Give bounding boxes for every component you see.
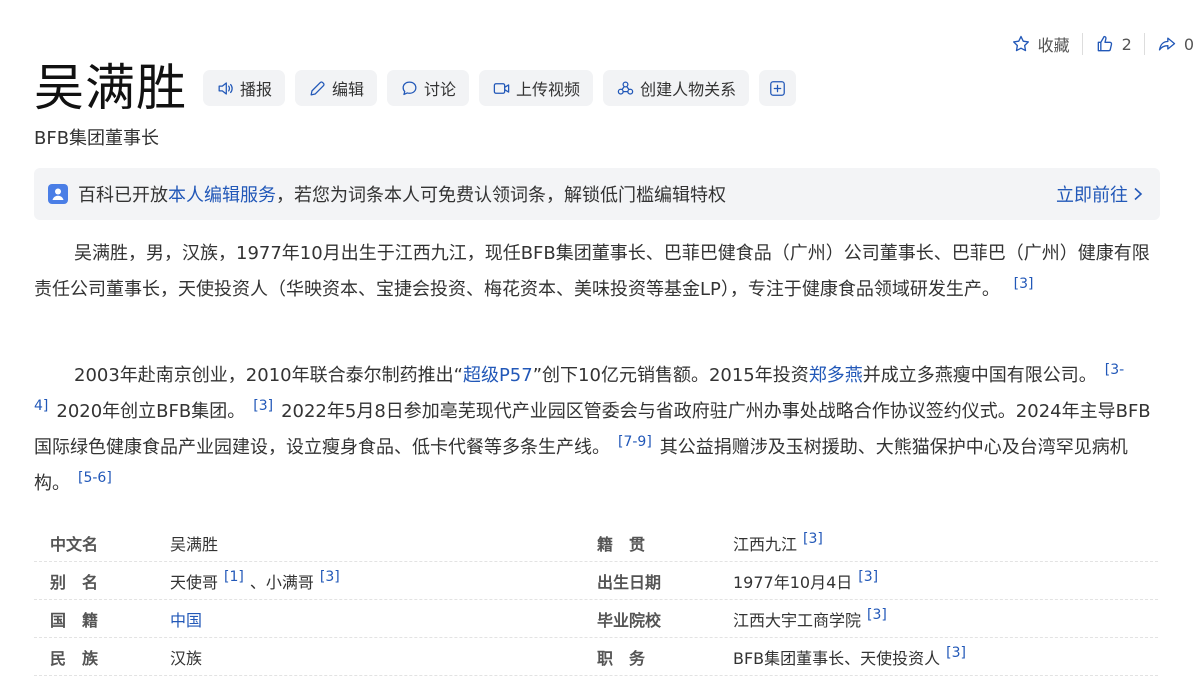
notice-text: 百科已开放本人编辑服务，若您为词条本人可免费认领词条，解锁低门槛编辑特权 xyxy=(78,181,726,207)
reference-link[interactable]: [3] xyxy=(852,569,884,585)
broadcast-label: 播报 xyxy=(240,80,273,99)
reference-link[interactable]: [7-9] xyxy=(610,434,660,450)
thumbs-up-icon xyxy=(1097,35,1112,52)
info-value: 江西大宇工商学院 xyxy=(733,610,862,630)
info-value-cell: 江西九江 [3] xyxy=(733,531,1158,555)
career-text: 2020年创立BFB集团。 xyxy=(56,401,246,422)
reference-link[interactable]: [1] xyxy=(218,569,250,585)
page-subtitle: BFB集团董事长 xyxy=(34,128,160,149)
nationality-link[interactable]: 中国 xyxy=(170,611,202,630)
info-value-cell: 中国 xyxy=(170,607,597,631)
upload-video-button[interactable]: 上传视频 xyxy=(479,70,594,106)
super-p57-link[interactable]: 超级P57 xyxy=(463,365,533,386)
video-camera-icon xyxy=(493,82,510,94)
chevron-right-icon xyxy=(1134,187,1143,201)
info-label: 中文名 xyxy=(50,534,99,554)
edit-label: 编辑 xyxy=(332,80,365,99)
reference-link[interactable]: [3] xyxy=(245,398,281,414)
info-value-cell: BFB集团董事长、天使投资人 [3] xyxy=(733,645,1158,669)
broadcast-button[interactable]: 播报 xyxy=(203,70,286,106)
title-row: 吴满胜 播报 编辑 讨论 上传视频 创建人物关系 xyxy=(34,58,806,118)
info-value: 1977年10月4日 xyxy=(733,572,853,592)
favorite-button[interactable]: 收藏 xyxy=(999,32,1082,56)
notice-text-before: 百科已开放 xyxy=(78,185,168,206)
reference-link[interactable]: [5-6] xyxy=(70,470,120,486)
career-paragraph: 2003年赴南京创业，2010年联合泰尔制药推出“超级P57”创下10亿元销售额… xyxy=(34,358,1160,502)
basic-info-table: 中文名 吴满胜 籍 贯 江西九江 [3] 别 名 天使哥 [1] 、小满哥 [3] 出生… xyxy=(34,524,1158,676)
career-text: 2003年赴南京创业，2010年联合泰尔制药推出“ xyxy=(74,365,463,386)
share-icon xyxy=(1158,37,1175,51)
info-value: BFB集团董事长、天使投资人 xyxy=(733,648,941,668)
info-label: 民 族 xyxy=(50,648,99,668)
reference-link[interactable]: [3] xyxy=(314,569,346,585)
info-value: 江西九江 xyxy=(733,534,798,554)
top-actions: 收藏 2 0 xyxy=(999,32,1194,56)
info-label: 国 籍 xyxy=(50,610,99,630)
info-row: 别 名 天使哥 [1] 、小满哥 [3] 出生日期 1977年10月4日 [3] xyxy=(34,562,1158,600)
summary-text: 吴满胜，男，汉族，1977年10月出生于江西九江，现任BFB集团董事长、巴菲巴健… xyxy=(34,243,1150,300)
info-value: 天使哥 xyxy=(170,572,219,592)
info-row: 中文名 吴满胜 籍 贯 江西九江 [3] xyxy=(34,524,1158,562)
reference-link[interactable]: [3] xyxy=(797,531,829,547)
info-label: 毕业院校 xyxy=(597,610,662,630)
discuss-label: 讨论 xyxy=(424,80,457,99)
career-text: 并成立多燕瘦中国有限公司。 xyxy=(862,365,1097,386)
reference-link[interactable]: [3] xyxy=(861,607,893,623)
speaker-icon xyxy=(218,81,233,95)
info-label: 出生日期 xyxy=(597,572,662,592)
reference-link[interactable]: [3] xyxy=(940,645,972,661)
like-button[interactable]: 2 xyxy=(1083,34,1144,54)
notice-bar: 百科已开放本人编辑服务，若您为词条本人可免费认领词条，解锁低门槛编辑特权 立即前… xyxy=(34,168,1160,220)
chat-bubble-icon xyxy=(402,81,417,95)
reference-link[interactable]: [3] xyxy=(1006,276,1042,292)
info-value: 汉族 xyxy=(170,648,203,668)
self-edit-service-link[interactable]: 本人编辑服务 xyxy=(168,185,276,206)
share-count: 0 xyxy=(1183,34,1194,54)
add-button[interactable] xyxy=(759,70,797,106)
page-title: 吴满胜 xyxy=(34,59,187,117)
info-value-cell: 天使哥 [1] 、小满哥 [3] xyxy=(170,569,597,593)
favorite-label: 收藏 xyxy=(1037,36,1070,55)
info-label: 别 名 xyxy=(50,572,99,592)
info-value: 、小满哥 xyxy=(249,572,314,592)
discuss-button[interactable]: 讨论 xyxy=(387,70,470,106)
create-relation-button[interactable]: 创建人物关系 xyxy=(603,70,750,106)
summary-paragraph: 吴满胜，男，汉族，1977年10月出生于江西九江，现任BFB集团董事长、巴菲巴健… xyxy=(34,236,1160,308)
career-text: ”创下10亿元销售额。2015年投资 xyxy=(532,365,809,386)
info-row: 民 族 汉族 职 务 BFB集团董事长、天使投资人 [3] xyxy=(34,638,1158,676)
info-value-cell: 1977年10月4日 [3] xyxy=(733,569,1158,593)
plus-square-icon xyxy=(770,80,785,96)
info-value: 吴满胜 xyxy=(170,534,219,554)
star-icon xyxy=(1012,35,1029,52)
info-value-cell: 江西大宇工商学院 [3] xyxy=(733,607,1158,631)
like-count: 2 xyxy=(1121,34,1132,54)
upload-video-label: 上传视频 xyxy=(516,80,581,99)
create-relation-label: 创建人物关系 xyxy=(640,80,737,99)
go-now-label: 立即前往 xyxy=(1056,185,1128,206)
pencil-icon xyxy=(310,80,325,95)
people-relation-icon xyxy=(617,81,634,95)
info-row: 国 籍 中国 毕业院校 江西大宇工商学院 [3] xyxy=(34,600,1158,638)
edit-button[interactable]: 编辑 xyxy=(295,70,378,106)
user-badge-icon xyxy=(48,184,68,204)
go-now-link[interactable]: 立即前往 xyxy=(1056,181,1144,207)
zheng-duoyan-link[interactable]: 郑多燕 xyxy=(809,365,863,386)
share-button[interactable]: 0 xyxy=(1145,34,1194,54)
info-label: 籍 贯 xyxy=(597,534,646,554)
info-label: 职 务 xyxy=(597,648,646,668)
notice-text-after: ，若您为词条本人可免费认领词条，解锁低门槛编辑特权 xyxy=(276,185,726,206)
